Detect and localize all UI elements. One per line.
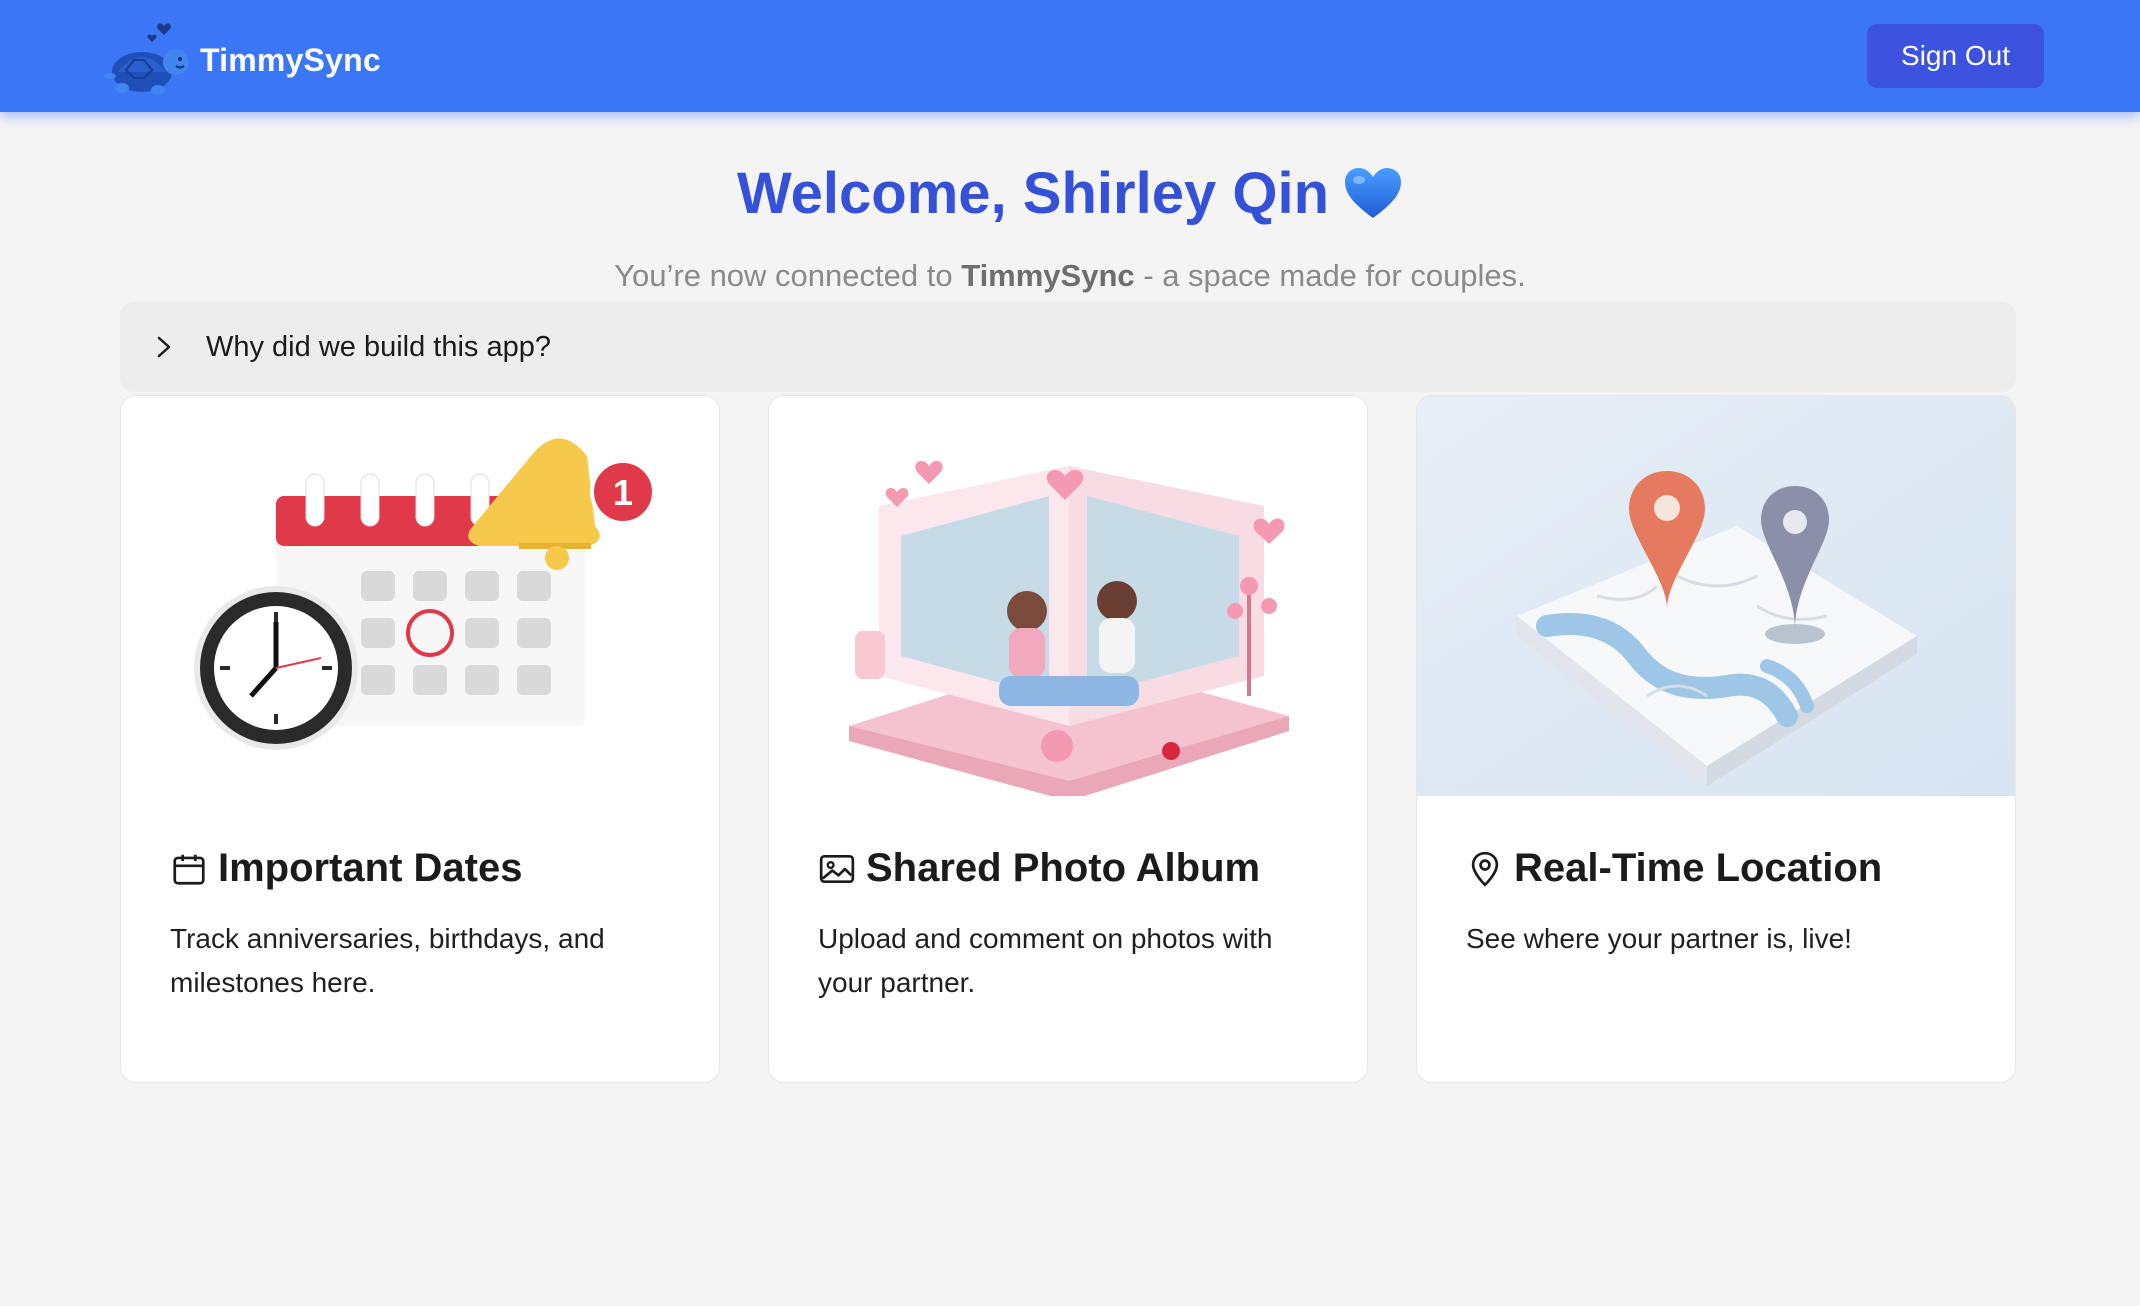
card-title: Shared Photo Album: [818, 846, 1328, 891]
welcome-text: Welcome, Shirley Qin: [736, 161, 1329, 226]
brand-name: TimmySync: [200, 41, 381, 78]
accordion-label: Why did we build this app?: [206, 330, 551, 363]
card-shared-photo-album[interactable]: Shared Photo Album Upload and comment on…: [768, 395, 1368, 1083]
subtitle-brand: TimmySync: [961, 258, 1135, 293]
card-title-text: Important Dates: [218, 846, 523, 890]
card-body: Shared Photo Album Upload and comment on…: [818, 846, 1328, 1005]
card-title-text: Shared Photo Album: [866, 846, 1261, 890]
card-important-dates[interactable]: 1 Important Dates Track anniversaries, b…: [120, 395, 720, 1083]
card-body: Real-Time Location See where your partne…: [1466, 846, 1976, 961]
sign-out-button[interactable]: Sign Out: [1867, 24, 2044, 88]
welcome-heading: Welcome, Shirley Qin: [0, 160, 2140, 227]
card-description: Upload and comment on photos with your p…: [818, 923, 1273, 998]
photo-album-illustration: [769, 396, 1367, 801]
image-icon: [819, 854, 855, 883]
card-title: Important Dates: [170, 846, 680, 891]
map-pin-icon: [1471, 851, 1499, 887]
top-navbar: TimmySync Sign Out: [0, 0, 2140, 112]
subtitle-prefix: You’re now connected to: [614, 258, 962, 293]
turtle-logo-icon: [104, 23, 189, 95]
card-title: Real-Time Location: [1466, 846, 1976, 891]
card-title-text: Real-Time Location: [1514, 846, 1883, 890]
card-description: Track anniversaries, birthdays, and mile…: [170, 923, 605, 998]
map-illustration: [1417, 396, 2015, 796]
welcome-subtitle: You’re now connected to TimmySync - a sp…: [0, 258, 2140, 294]
notification-badge-number: 1: [613, 472, 633, 513]
card-body: Important Dates Track anniversaries, bir…: [170, 846, 680, 1005]
brand[interactable]: TimmySync: [104, 20, 381, 100]
chevron-right-icon: [157, 336, 171, 358]
subtitle-suffix: - a space made for couples.: [1134, 258, 1526, 293]
calendar-illustration: 1: [121, 396, 719, 796]
why-built-accordion[interactable]: Why did we build this app?: [120, 302, 2016, 392]
blue-heart-icon: [1345, 167, 1401, 218]
card-description: See where your partner is, live!: [1466, 923, 1852, 954]
calendar-icon: [173, 854, 205, 885]
card-real-time-location[interactable]: Real-Time Location See where your partne…: [1416, 395, 2016, 1083]
